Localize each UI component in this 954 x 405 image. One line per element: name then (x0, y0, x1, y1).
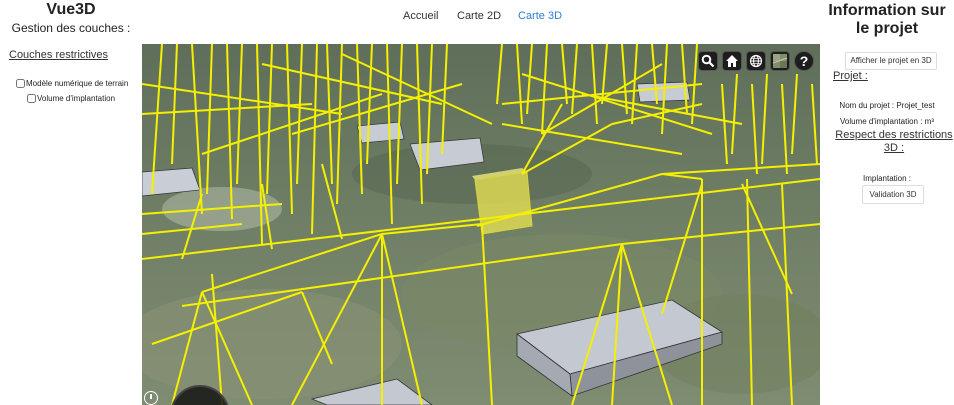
right-panel: Information sur le projet Afficher le pr… (820, 0, 954, 405)
layer-terrain-model[interactable]: Modèle numérique de terrain (16, 79, 128, 88)
projet-link[interactable]: Projet : (833, 70, 868, 82)
top-navigation: Accueil Carte 2D Carte 3D (142, 0, 820, 36)
map-home-button[interactable] (722, 51, 742, 71)
left-panel: Vue3D Gestion des couches : Couches rest… (0, 0, 142, 405)
app-title: Vue3D (46, 1, 96, 18)
map-globe-button[interactable] (746, 51, 766, 71)
nav-accueil[interactable]: Accueil (403, 10, 438, 22)
map-scene (142, 44, 820, 405)
help-icon: ? (799, 53, 809, 69)
project-name: Nom du projet : Projet_test (839, 101, 935, 110)
show-project-3d-button[interactable]: Afficher le projet en 3D (845, 52, 937, 70)
layer-terrain-checkbox[interactable] (16, 79, 25, 88)
clock-icon[interactable] (144, 391, 158, 405)
validation-3d-button[interactable]: Validation 3D (862, 185, 924, 204)
implantation-volume-value: Volume d'implantation : m³ (839, 117, 934, 126)
layer-volume-implantation[interactable]: Volume d'implantation (27, 94, 115, 103)
nav-carte-3d[interactable]: Carte 3D (518, 10, 562, 22)
restrictions-3d-link[interactable]: Respect des restrictions 3D : (834, 129, 954, 155)
restrictive-layers-link[interactable]: Couches restrictives (9, 49, 108, 61)
globe-icon (749, 54, 763, 68)
nav-carte-2d[interactable]: Carte 2D (457, 10, 501, 22)
implantation-label: Implantation : (862, 174, 912, 183)
map-help-button[interactable]: ? (794, 51, 814, 71)
map-3d-viewer[interactable]: ? (142, 44, 820, 405)
layer-management-heading: Gestion des couches : (11, 21, 131, 35)
map-search-button[interactable] (698, 51, 718, 71)
search-icon (701, 54, 715, 68)
layer-volume-checkbox[interactable] (27, 94, 36, 103)
layer-volume-label: Volume d'implantation (37, 94, 116, 103)
layer-terrain-label: Modèle numérique de terrain (26, 79, 129, 88)
map-layers-button[interactable] (770, 51, 790, 71)
home-icon (726, 55, 738, 67)
layers-icon (772, 54, 788, 68)
project-info-title: Information sur le projet (828, 2, 946, 37)
